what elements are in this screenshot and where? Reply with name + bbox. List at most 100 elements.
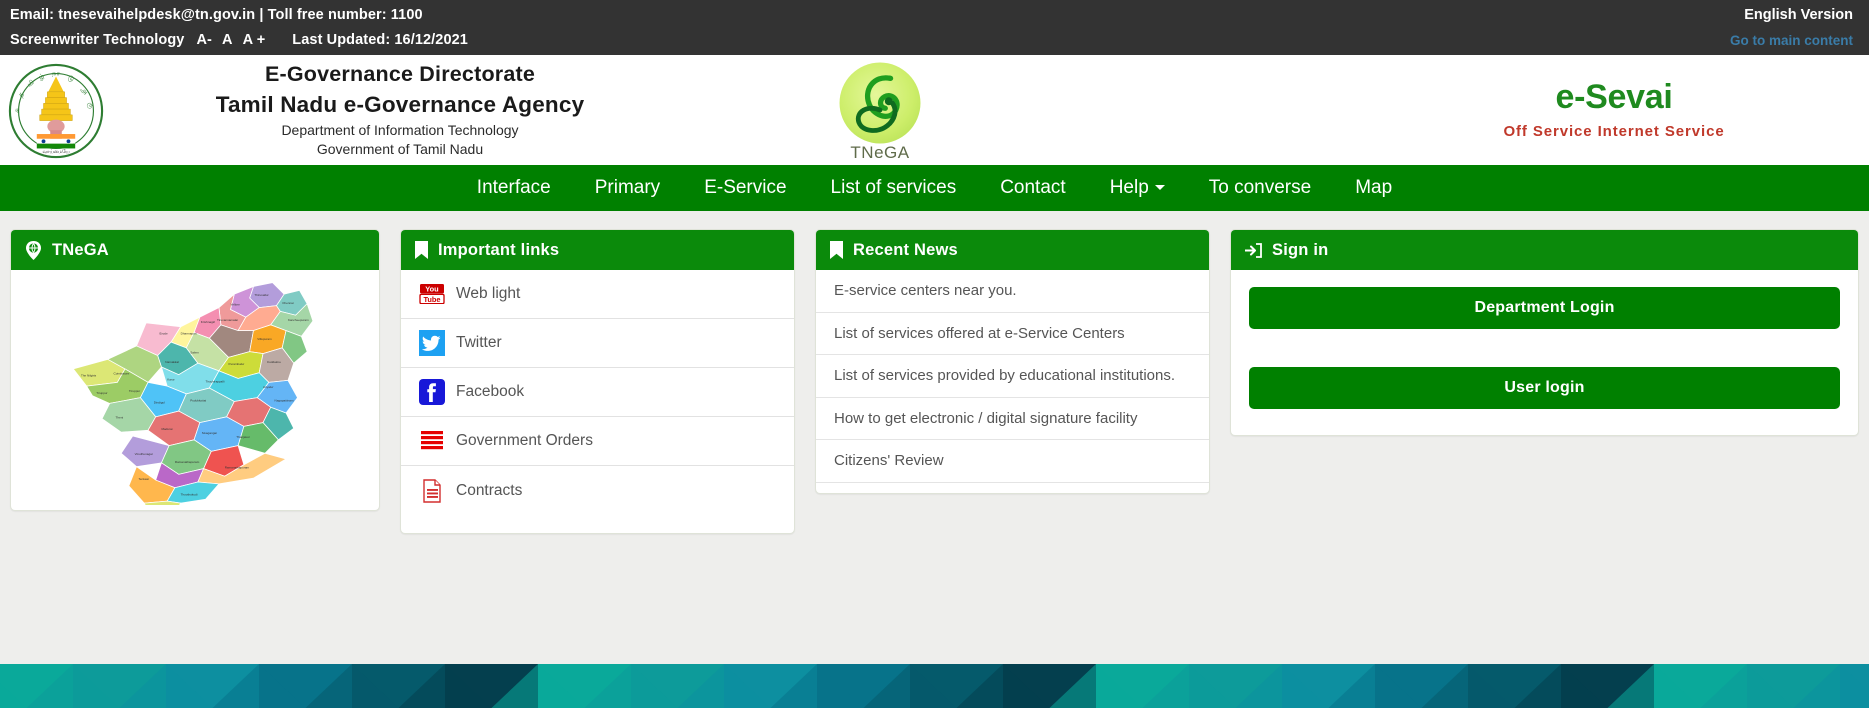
nav-item-label: Map (1355, 177, 1393, 198)
list-item[interactable]: List of services offered at e-Service Ce… (816, 313, 1209, 355)
font-decrease-button[interactable]: A- (196, 30, 212, 51)
tnega-logo-group: TNeGA (810, 59, 950, 163)
svg-text:Dharmapuri: Dharmapuri (181, 331, 197, 335)
accessibility-controls-line: Screenwriter Technology A- A A + Last Update… (10, 30, 1853, 51)
twitter-icon (419, 330, 445, 356)
svg-text:Tiruppur: Tiruppur (96, 391, 107, 395)
list-item[interactable]: E-service centers near you. (816, 270, 1209, 313)
svg-text:Tiruvannamalai: Tiruvannamalai (217, 318, 238, 322)
tnega-card-header: TNeGA (11, 230, 379, 270)
nav-item-label: Interface (476, 177, 551, 198)
list-item-label: Contracts (456, 481, 523, 499)
svg-text:Coimbatore: Coimbatore (114, 372, 130, 376)
list-item[interactable]: Contracts (401, 466, 794, 515)
svg-text:Tiruchirappalli: Tiruchirappalli (206, 379, 225, 383)
svg-text:Chennai: Chennai (282, 301, 294, 305)
svg-text:Madurai: Madurai (161, 427, 172, 431)
svg-text:Ramanathapuram: Ramanathapuram (225, 466, 250, 470)
department-subtitle: Department of Information Technology (281, 122, 519, 138)
font-increase-button[interactable]: A + (243, 30, 266, 51)
list-item[interactable]: Government Orders (401, 417, 794, 466)
nav-item-label: Help (1109, 177, 1149, 198)
department-login-button[interactable]: Department Login (1249, 287, 1840, 329)
globe-marker-icon (25, 240, 42, 260)
tnega-card-body: Thiruvallur Vellore Krishnagiri Dharmapu… (11, 270, 379, 510)
news-item-label: List of services offered at e-Service Ce… (834, 324, 1125, 342)
column-important-links: Important links You Tube Web light Twitter F… (390, 229, 805, 635)
news-item-label: List of services provided by educational… (834, 367, 1176, 385)
list-item[interactable]: Twitter (401, 319, 794, 368)
important-links-header: Important links (401, 230, 794, 270)
list-item[interactable]: Citizens' Review (816, 440, 1209, 483)
svg-text:Vellore: Vellore (230, 303, 240, 307)
topbar-right-group: English Version Go to main content (1730, 5, 1853, 51)
list-item-label: Twitter (456, 334, 502, 351)
svg-text:Karur: Karur (167, 377, 174, 381)
agency-title: Tamil Nadu e-Governance Agency (215, 92, 585, 117)
tnega-logo-icon (839, 62, 921, 144)
list-item[interactable]: List of services provided by educational… (816, 355, 1209, 398)
list-item[interactable]: How to get electronic / digital signatur… (816, 398, 1209, 440)
svg-text:Krishnagiri: Krishnagiri (201, 320, 216, 324)
sign-in-body: Department Login User login (1231, 270, 1858, 427)
agency-title-block: E-Governance Directorate Tamil Nadu e-Go… (120, 59, 680, 159)
language-version-label[interactable]: English Version (1730, 5, 1853, 26)
screenreader-label[interactable]: Screenwriter Technology (10, 32, 184, 48)
recent-news-title: Recent News (853, 240, 958, 259)
svg-text:Dindigul: Dindigul (154, 400, 165, 404)
svg-text:Namakkal: Namakkal (165, 360, 179, 364)
important-links-title: Important links (438, 240, 560, 259)
contracts-document-icon (419, 478, 445, 504)
sign-in-arrow-icon (1245, 242, 1262, 258)
nav-item-primary[interactable]: Primary (573, 165, 682, 211)
news-item-label: How to get electronic / digital signatur… (834, 409, 1138, 427)
svg-text:Kancheepuram: Kancheepuram (288, 318, 309, 322)
nav-item-e-service[interactable]: E-Service (682, 165, 808, 211)
recent-news-card: Recent News E-service centers near you. L… (815, 229, 1210, 494)
nav-item-contact[interactable]: Contact (978, 165, 1087, 211)
skip-to-main-content-link[interactable]: Go to main content (1730, 30, 1853, 51)
top-utility-bar: Email: tnesevaihelpdesk@tn.gov.in | Toll… (0, 0, 1869, 55)
svg-text:Tube: Tube (423, 295, 440, 304)
svg-text:Thiruvallur: Thiruvallur (254, 293, 268, 297)
svg-text:Thanjavur: Thanjavur (236, 435, 250, 439)
esevai-brand-name: e-Sevai (1555, 78, 1673, 116)
svg-text:நா: நா (52, 70, 60, 77)
nav-item-map[interactable]: Map (1333, 165, 1414, 211)
nav-item-to-converse[interactable]: To converse (1187, 165, 1333, 211)
bookmark-icon (830, 241, 843, 259)
sign-in-title: Sign in (1272, 240, 1329, 259)
news-item-label: Citizens' Review (834, 452, 944, 470)
last-updated-text: Last Updated: 16/12/2021 (292, 32, 468, 48)
svg-text:Perambalur: Perambalur (229, 362, 245, 366)
government-orders-icon (419, 428, 445, 454)
footer-triangles (0, 664, 1869, 708)
recent-news-list: E-service centers near you. List of servi… (816, 270, 1209, 527)
nav-item-help[interactable]: Help (1088, 165, 1187, 211)
svg-text:Erode: Erode (160, 331, 168, 335)
bookmark-icon (415, 241, 428, 259)
list-item[interactable]: Facebook (401, 368, 794, 417)
font-normal-button[interactable]: A (222, 30, 233, 51)
svg-text:You: You (425, 285, 439, 294)
svg-text:Ramanathapuram: Ramanathapuram (175, 460, 200, 464)
list-item-label: Web light (456, 285, 521, 302)
main-navigation: Interface Primary E-Service List of service… (0, 165, 1869, 211)
nav-item-list-of-services[interactable]: List of services (809, 165, 979, 211)
tamil-nadu-district-map: Thiruvallur Vellore Krishnagiri Dharmapu… (72, 282, 314, 505)
list-item[interactable]: You Tube Web light (401, 270, 794, 319)
esevai-brand-tagline: Off Service Internet Service (1503, 123, 1725, 140)
user-login-button[interactable]: User login (1249, 367, 1840, 409)
svg-text:Virudhunagar: Virudhunagar (135, 452, 153, 456)
nav-item-interface[interactable]: Interface (455, 165, 573, 211)
sign-in-card: Sign in Department Login User login (1230, 229, 1859, 436)
youtube-icon: You Tube (419, 281, 445, 307)
tamil-nadu-emblem-icon: வாய்மையே த மி ழ் நா டு அ ரு சு (8, 63, 104, 159)
facebook-icon (419, 379, 445, 405)
svg-text:Pudukkottai: Pudukkottai (190, 399, 206, 403)
svg-text:வாய்மையே: வாய்மையே (42, 149, 69, 155)
svg-text:Thoothukudi: Thoothukudi (181, 492, 198, 496)
news-list-filler (816, 483, 1209, 527)
button-spacer (1249, 329, 1840, 367)
esevai-brand-block: e-Sevai Off Service Internet Service (1469, 77, 1759, 143)
